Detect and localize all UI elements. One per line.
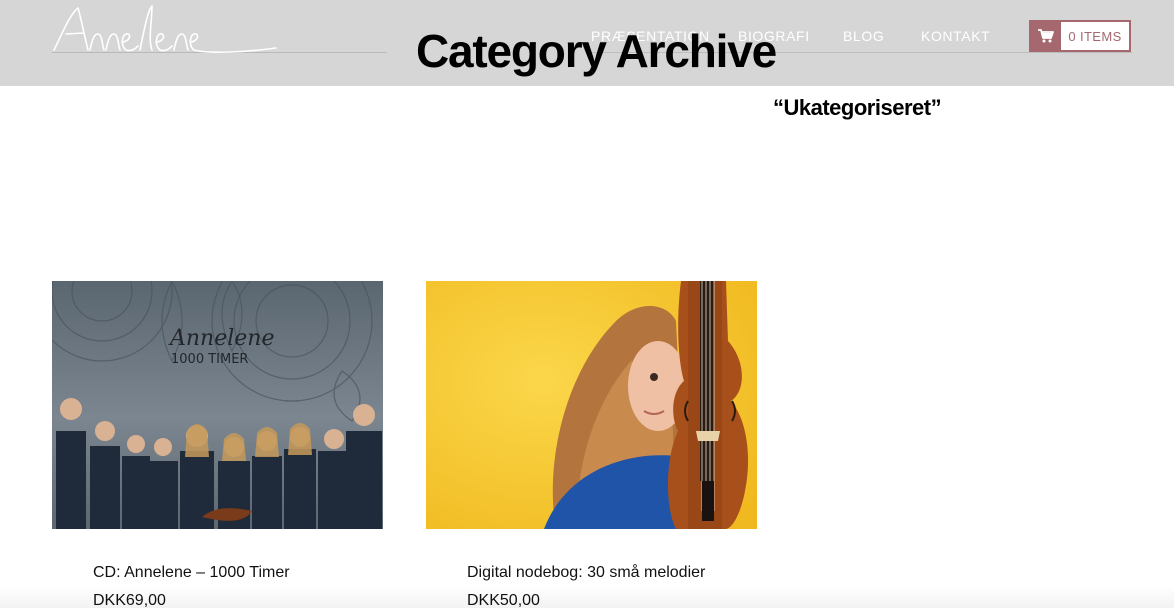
product-price-nodebog: DKK50,00 bbox=[467, 592, 540, 608]
product-image-cd[interactable]: Annelene 1000 TIMER bbox=[52, 281, 383, 529]
cover-title-text: 1000 TIMER bbox=[171, 352, 248, 367]
product-title-nodebog[interactable]: Digital nodebog: 30 små melodier bbox=[467, 564, 705, 582]
product-title-cd[interactable]: CD: Annelene – 1000 Timer bbox=[93, 564, 290, 582]
product-card: Digital nodebog: 30 små melodier DKK50,0… bbox=[426, 281, 757, 608]
bottom-fade bbox=[0, 586, 1174, 608]
site-logo[interactable] bbox=[48, 0, 288, 60]
violinist-photo-image bbox=[426, 281, 757, 529]
product-price-cd: DKK69,00 bbox=[93, 592, 166, 608]
logo-script-graphic bbox=[53, 5, 277, 53]
cart-icon bbox=[1031, 22, 1061, 50]
nav-item-blog[interactable]: BLOG bbox=[843, 28, 884, 44]
product-image-nodebog[interactable] bbox=[426, 281, 757, 529]
page-title: Category Archive bbox=[416, 25, 777, 77]
cover-artist-text: Annelene bbox=[168, 326, 275, 351]
product-card: Annelene 1000 TIMER CD: Annelene – 1000 … bbox=[52, 281, 383, 608]
nav-item-kontakt[interactable]: KONTAKT bbox=[921, 28, 990, 44]
cart-button[interactable]: 0 ITEMS bbox=[1029, 20, 1131, 52]
album-cover-image: Annelene 1000 TIMER bbox=[52, 281, 383, 529]
cart-count-label: 0 ITEMS bbox=[1068, 28, 1122, 44]
category-name: “Ukategoriseret” bbox=[773, 95, 942, 120]
